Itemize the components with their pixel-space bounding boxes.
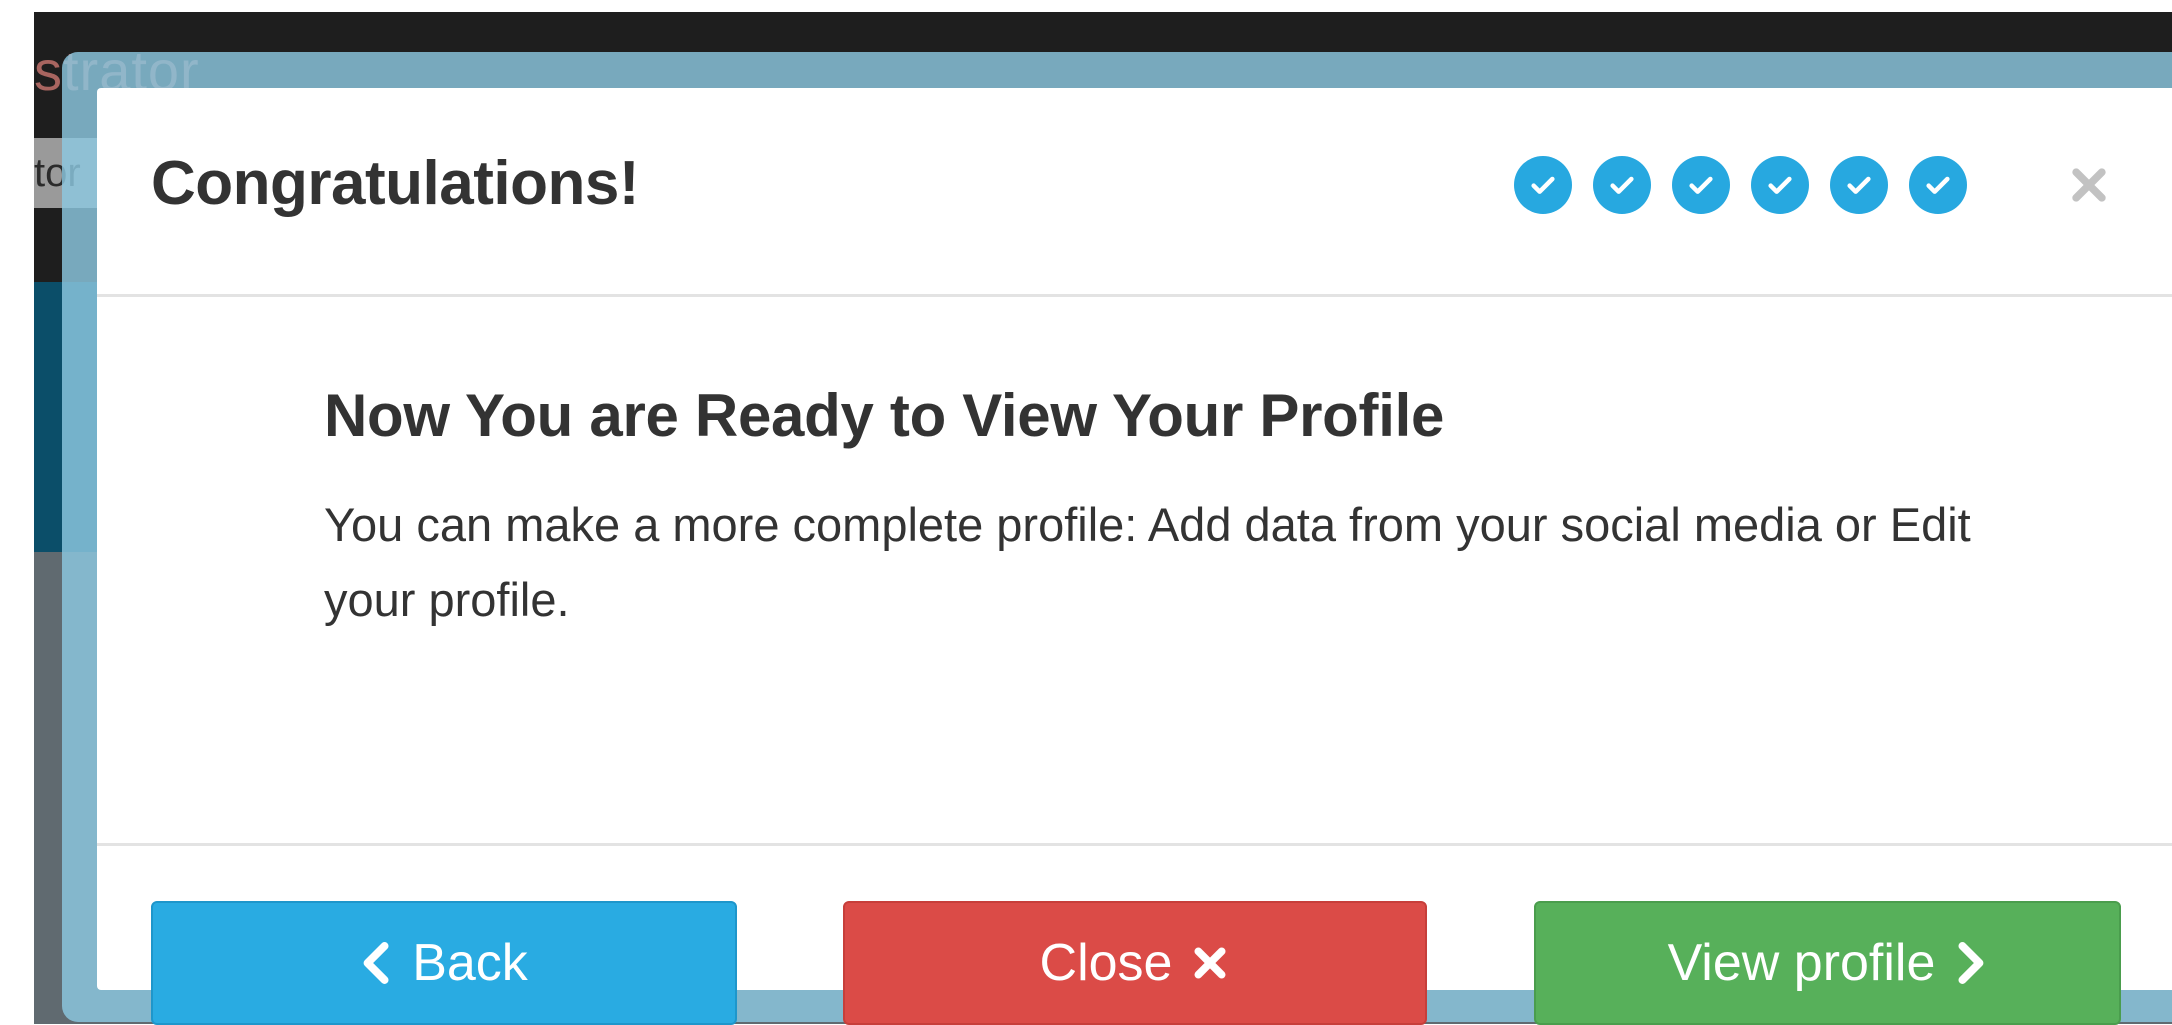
close-button[interactable]: Close [843,901,1427,1025]
view-profile-button[interactable]: View profile [1534,901,2121,1025]
back-button-label: Back [412,934,528,992]
close-button-label: Close [1039,934,1173,992]
modal-title: Congratulations! [151,149,639,218]
chevron-right-icon [1953,940,1987,986]
chevron-left-icon [360,940,394,986]
step-5-check-icon [1830,156,1888,214]
view-profile-button-label: View profile [1667,934,1936,992]
step-2-check-icon [1593,156,1651,214]
wizard-modal: Congratulations! Now You are Ready to Vi… [97,88,2172,1025]
modal-close-icon[interactable] [2059,146,2119,216]
step-1-check-icon [1514,156,1572,214]
modal-body: Now You are Ready to View Your Profile Y… [97,297,2172,846]
close-x-icon [1190,943,1230,983]
modal-header: Congratulations! [97,88,2172,297]
wizard-step-indicators [1514,156,1967,218]
step-3-check-icon [1672,156,1730,214]
back-button[interactable]: Back [151,901,737,1025]
body-heading: Now You are Ready to View Your Profile [324,382,1445,449]
step-4-check-icon [1751,156,1809,214]
modal-footer: Back Close View profile [97,846,2172,1025]
step-6-check-icon [1909,156,1967,214]
body-message: You can make a more complete profile: Ad… [324,498,1971,626]
